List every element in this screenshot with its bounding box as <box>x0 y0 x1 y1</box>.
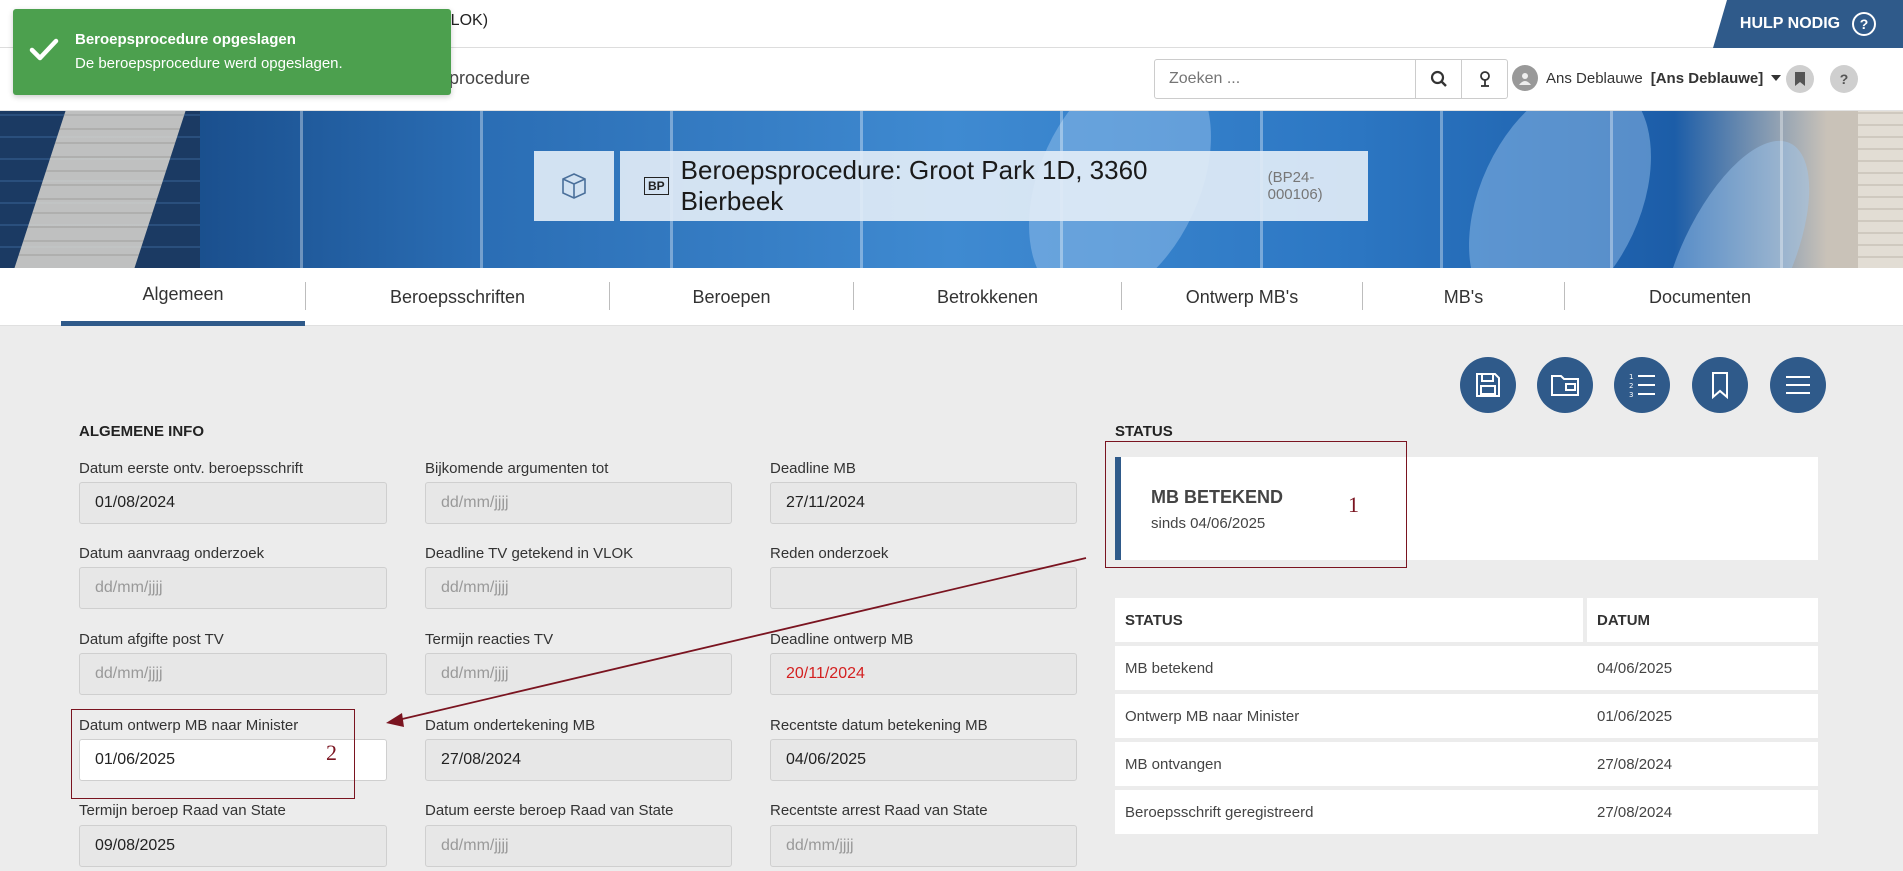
date-cell: 27/08/2024 <box>1597 755 1673 773</box>
question-icon: ? <box>1852 12 1877 36</box>
annotation-box-2 <box>71 709 355 799</box>
date-signing-mb-input[interactable]: 27/08/2024 <box>425 739 732 781</box>
page-header-card: BP Beroepsprocedure: Groot Park 1D, 3360… <box>534 151 1368 221</box>
field-label: Deadline MB <box>770 460 856 477</box>
field-label: Termijn reacties TV <box>425 631 554 648</box>
term-appeal-council-input[interactable]: 09/08/2025 <box>79 825 387 867</box>
numbered-list-button[interactable]: 1 2 3 <box>1614 357 1670 413</box>
type-badge: BP <box>644 177 669 195</box>
advanced-search-button[interactable] <box>1461 60 1507 98</box>
bookmark-button[interactable] <box>1692 357 1748 413</box>
tab-algemeen[interactable]: Algemeen <box>61 268 305 326</box>
search-button[interactable] <box>1415 60 1461 98</box>
deadline-draft-mb-input[interactable]: 20/11/2024 <box>770 653 1077 695</box>
field-label: Datum ondertekening MB <box>425 717 596 734</box>
field-label: Datum eerste beroep Raad van State <box>425 802 674 819</box>
folder-button[interactable] <box>1537 357 1593 413</box>
date-cell: 01/06/2025 <box>1597 707 1673 725</box>
additional-arguments-input[interactable]: dd/mm/jjjj <box>425 482 732 524</box>
deadline-mb-input[interactable]: 27/11/2024 <box>770 482 1077 524</box>
help-button[interactable]: HULP NODIG ? <box>1713 0 1903 48</box>
svg-text:1: 1 <box>1629 373 1633 381</box>
bookmark-icon[interactable] <box>1786 65 1814 93</box>
date-post-tv-input[interactable]: dd/mm/jjjj <box>79 653 387 695</box>
tab-mbs[interactable]: MB's <box>1363 268 1564 326</box>
search-icon <box>1430 70 1447 87</box>
success-toast[interactable]: Beroepsprocedure opgeslagen De beroepspr… <box>13 9 451 95</box>
user-menu[interactable]: Ans Deblauwe [Ans Deblauwe] <box>1512 65 1782 91</box>
tab-beroepen[interactable]: Beroepen <box>610 268 853 326</box>
user-name-bold: [Ans Deblauwe] <box>1650 69 1764 87</box>
status-cell: Ontwerp MB naar Minister <box>1125 707 1300 725</box>
field-label: Recentste datum betekening MB <box>770 717 988 734</box>
page-title: Beroepsprocedure: Groot Park 1D, 3360 Bi… <box>680 155 1148 216</box>
table-row: Beroepsschrift geregistreerd 27/08/2024 <box>1115 790 1818 834</box>
procedure-code: (BP24-000106) <box>1267 169 1323 203</box>
search-input[interactable] <box>1155 60 1415 98</box>
date-cell: 27/08/2024 <box>1597 803 1673 821</box>
status-history-table: STATUS DATUM MB betekend 04/06/2025 Ontw… <box>1115 598 1818 838</box>
status-cell: Beroepsschrift geregistreerd <box>1125 803 1314 821</box>
annotation-box-1 <box>1105 441 1407 568</box>
avatar-icon <box>1512 65 1538 91</box>
annotation-number-1: 1 <box>1348 492 1359 517</box>
status-cell: MB ontvangen <box>1125 755 1222 773</box>
status-cell: MB betekend <box>1125 659 1214 677</box>
save-button[interactable] <box>1460 357 1516 413</box>
bookmark-icon <box>1712 372 1728 399</box>
tab-bar: Algemeen Beroepsschriften Beroepen Betro… <box>0 268 1903 326</box>
breadcrumb: sprocedure <box>440 68 531 88</box>
date-first-received-input[interactable]: 01/08/2024 <box>79 482 387 524</box>
tab-documenten[interactable]: Documenten <box>1565 268 1835 326</box>
pin-icon <box>1479 71 1490 87</box>
toast-message: De beroepsprocedure werd opgeslagen. <box>75 55 343 72</box>
latest-ruling-council-input[interactable]: dd/mm/jjjj <box>770 825 1077 867</box>
tab-ontwerp-mbs[interactable]: Ontwerp MB's <box>1122 268 1362 326</box>
search-box <box>1154 59 1508 99</box>
field-label: Datum aanvraag onderzoek <box>79 545 265 562</box>
table-row: MB ontvangen 27/08/2024 <box>1115 742 1818 786</box>
field-label: Recentste arrest Raad van State <box>770 802 988 819</box>
annotation-number-2: 2 <box>326 740 337 765</box>
hamburger-icon <box>1786 376 1810 394</box>
latest-notification-mb-input[interactable]: 04/06/2025 <box>770 739 1077 781</box>
numbered-list-icon: 1 2 3 <box>1629 373 1655 399</box>
tab-beroepsschriften[interactable]: Beroepsschriften <box>306 268 609 326</box>
folder-icon <box>1551 375 1579 396</box>
svg-text:2: 2 <box>1629 382 1633 390</box>
checkmark-icon <box>29 38 59 61</box>
field-label: Bijkomende argumenten tot <box>425 460 609 477</box>
deadline-tv-input[interactable]: dd/mm/jjjj <box>425 567 732 609</box>
field-label: Datum afgifte post TV <box>79 631 224 648</box>
table-header-row: STATUS DATUM <box>1115 598 1818 642</box>
status-heading: STATUS <box>1115 423 1173 440</box>
user-name: Ans Deblauwe <box>1546 69 1643 87</box>
table-row: MB betekend 04/06/2025 <box>1115 646 1818 690</box>
cube-icon <box>534 151 614 221</box>
caret-down-icon <box>1771 75 1782 81</box>
tab-betrokkenen[interactable]: Betrokkenen <box>854 268 1121 326</box>
field-label: Termijn beroep Raad van State <box>79 802 286 819</box>
field-label: Reden onderzoek <box>770 545 889 562</box>
table-row: Ontwerp MB naar Minister 01/06/2025 <box>1115 694 1818 738</box>
reactions-tv-input[interactable]: dd/mm/jjjj <box>425 653 732 695</box>
field-label: Deadline ontwerp MB <box>770 631 914 648</box>
date-cell: 04/06/2025 <box>1597 659 1673 677</box>
field-label: Deadline TV getekend in VLOK <box>425 545 634 562</box>
first-appeal-council-input[interactable]: dd/mm/jjjj <box>425 825 732 867</box>
floppy-disk-icon <box>1476 373 1500 397</box>
menu-button[interactable] <box>1770 357 1826 413</box>
field-label: Datum eerste ontv. beroepsschrift <box>79 460 303 477</box>
column-header-date: DATUM <box>1597 611 1651 629</box>
date-investigation-request-input[interactable]: dd/mm/jjjj <box>79 567 387 609</box>
investigation-reason-input[interactable] <box>770 567 1077 609</box>
toast-title: Beroepsprocedure opgeslagen <box>75 31 296 48</box>
help-label: HULP NODIG <box>1739 15 1841 32</box>
column-header-status: STATUS <box>1115 598 1587 642</box>
general-info-heading: ALGEMENE INFO <box>79 423 205 440</box>
help-small-icon[interactable]: ? <box>1830 65 1858 93</box>
svg-text:3: 3 <box>1629 391 1633 399</box>
